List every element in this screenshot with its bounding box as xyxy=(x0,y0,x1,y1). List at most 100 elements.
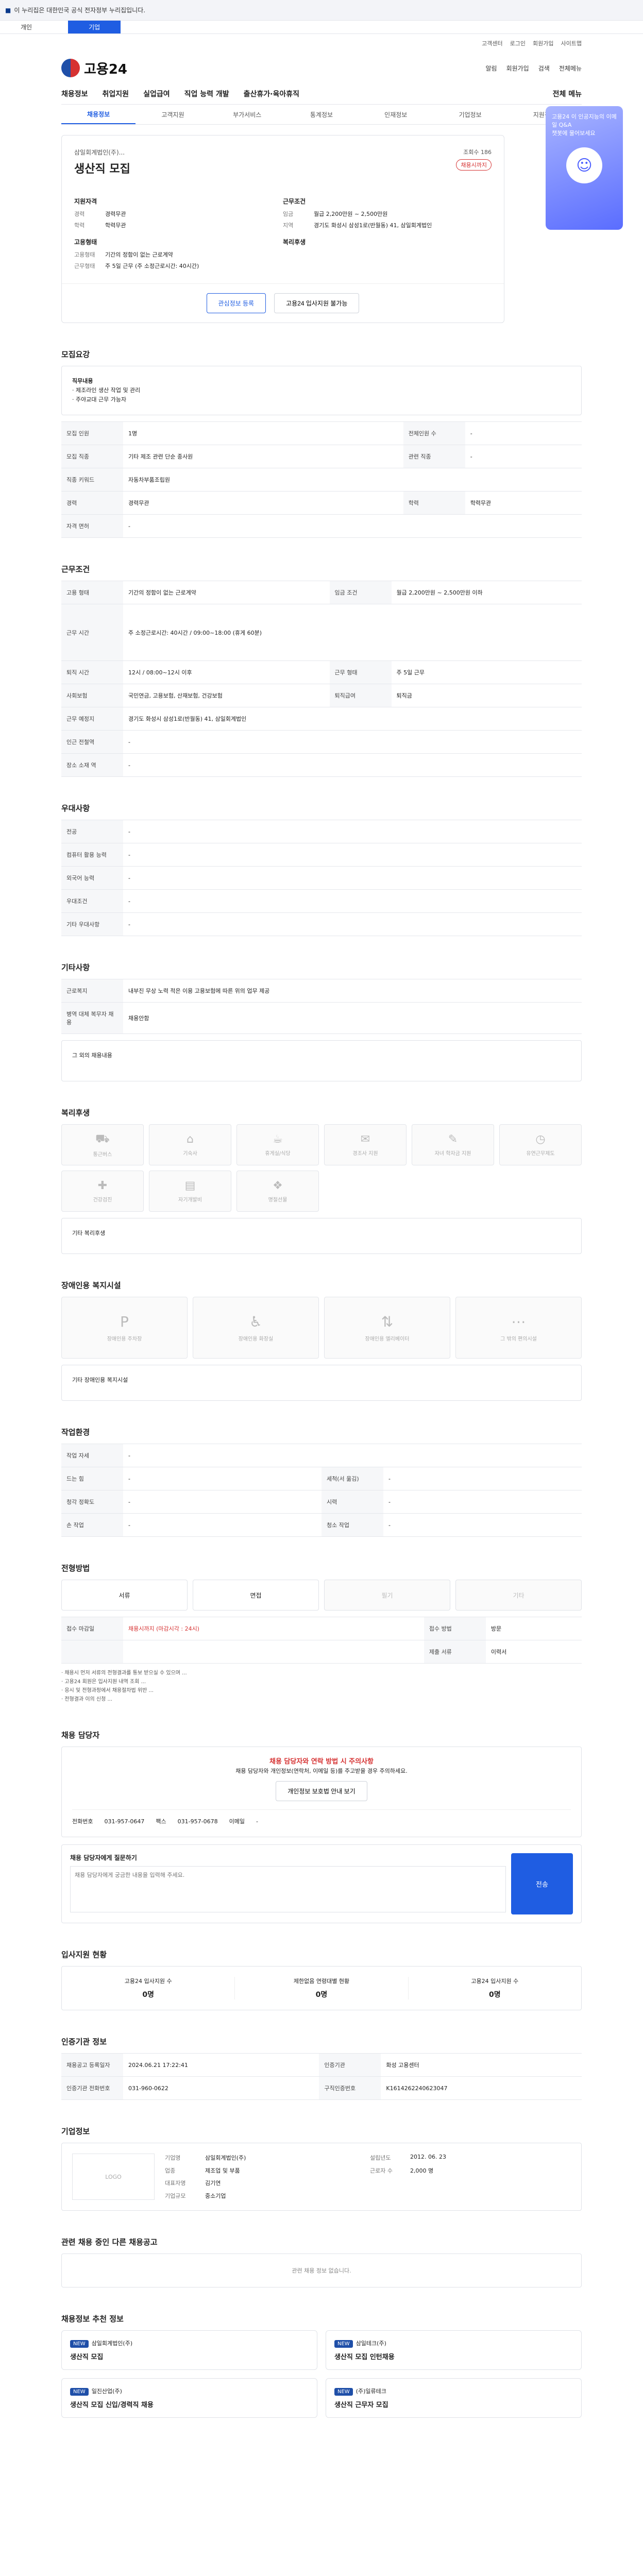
cell: 작업 자세 xyxy=(61,1444,123,1467)
job-title: 생산직 근무자 모집 xyxy=(334,2401,388,2409)
cell: 전공 xyxy=(61,820,123,843)
section-title: 채용정보 추천 정보 xyxy=(61,2314,124,2324)
cell: 자격 면허 xyxy=(61,514,123,538)
chatbot-banner[interactable]: 고용24 이 인공지능의 이메일 Q&A 챗봇에 물어보세요 ☺ xyxy=(546,106,623,230)
job-title: 생산직 모집 xyxy=(74,163,130,176)
elevator-icon: ⇅ xyxy=(381,1313,394,1330)
banner-text: 고용24 이 인공지능의 이메일 Q&A xyxy=(552,113,617,128)
util-customer[interactable]: 고객센터 xyxy=(482,39,502,47)
label: 장애인용 엘리베이터 xyxy=(365,1336,410,1342)
welfare-grid: ⛟ 통근버스 ⌂ 기숙사 ☕ 휴게실/식당 ✉ 경조사 지원 ✎ 자녀 학자금 지원 ◷ 유… xyxy=(61,1124,582,1212)
recommend-card[interactable]: NEW 일진산업(주) 생산직 모집 신입/경력직 채용 xyxy=(61,2378,317,2418)
gnb-unemployment[interactable]: 실업급여 xyxy=(143,89,170,99)
label: 휴게실/식당 xyxy=(265,1151,291,1157)
env-table: 작업 자세 - 드는 힘 - 세척(서 옮김) - 청각 정확도 - 시력 - 손 작업 - 청소… xyxy=(61,1444,582,1537)
tab-business[interactable]: 기업 xyxy=(68,21,121,33)
section-title: 복리후생 xyxy=(61,1108,90,1117)
search-icon[interactable]: 검색 xyxy=(538,64,550,73)
cell: 인근 전철역 xyxy=(61,730,123,754)
subnav-item[interactable]: 부가서비스 xyxy=(210,105,284,124)
qa-input[interactable] xyxy=(70,1866,506,1912)
qa-send-button[interactable]: 전송 xyxy=(511,1853,573,1914)
view-count: 조회수 186 xyxy=(463,149,492,156)
gnb-jobs[interactable]: 채용정보 xyxy=(61,89,88,99)
menu-icon[interactable]: 전체메뉴 xyxy=(559,64,582,73)
banner-sub: 챗봇에 물어보세요 xyxy=(552,130,596,137)
subnav-item[interactable]: 고객지원 xyxy=(136,105,210,124)
applicants-section: 입사지원 현황 고용24 입사지원 수 0명 제한없음 연령대별 현황 0명 고용2… xyxy=(61,1949,582,2010)
welfare-title: 복리후생 xyxy=(283,239,306,246)
cell: 경력 xyxy=(61,491,123,515)
email-value: - xyxy=(256,1818,258,1825)
recommend-card[interactable]: NEW 삼일테크(주) 생산직 모집 인턴채용 xyxy=(326,2330,582,2370)
global-nav: 채용정보 취업지원 실업급여 직업 능력 개발 출산휴가·육아휴직 전체 메뉴 xyxy=(61,83,582,104)
recommend-card[interactable]: NEW (주)일류테크 생산직 근무자 모집 xyxy=(326,2378,582,2418)
job-title: 생산직 모집 인턴채용 xyxy=(334,2353,395,2361)
util-signup[interactable]: 회원가입 xyxy=(533,39,553,47)
welfare-box: 기타 복리후생 xyxy=(61,1218,582,1254)
privacy-button[interactable]: 개인정보 보호법 안내 보기 xyxy=(276,1781,367,1801)
box-title: 기타 장애인용 복지시설 xyxy=(72,1377,128,1383)
label: 경조사 지원 xyxy=(352,1151,378,1157)
gnb-training[interactable]: 직업 능력 개발 xyxy=(184,89,229,99)
cell: 1명 xyxy=(123,421,403,445)
box-title: 그 외의 채용내용 xyxy=(72,1052,112,1059)
cell: 퇴직급여 xyxy=(329,684,392,707)
gnb-support[interactable]: 취업지원 xyxy=(103,89,129,99)
gnb-leave[interactable]: 출산휴가·육아휴직 xyxy=(244,89,299,99)
cell: 모집 인원 xyxy=(61,421,123,445)
label: 건강검진 xyxy=(93,1197,112,1203)
cap-icon: ✎ xyxy=(448,1133,458,1146)
cell: 12시 / 08:00~12시 이후 xyxy=(123,660,330,684)
welfare-item: ⌂ 기숙사 xyxy=(149,1124,231,1165)
cell: - xyxy=(123,730,582,754)
company-logo: LOGO xyxy=(72,2154,155,2200)
recommend-grid: NEW 삼일회계법인(주) 생산직 모집 NEW 삼일테크(주) 생산직 모집 인턴채용… xyxy=(61,2330,582,2418)
cell: 채용시까지 (마감시각 : 24시) xyxy=(123,1617,424,1640)
conditions-table: 고용 형태 기간의 정함이 없는 근로계약 임금 조건 월급 2,200만원 ~ 2,… xyxy=(61,581,582,777)
cell: 모집 직종 xyxy=(61,445,123,468)
section-title: 우대사항 xyxy=(61,804,90,813)
cell: - xyxy=(123,1490,321,1514)
subnav-item[interactable]: 채용정보 xyxy=(61,105,136,124)
util-sitemap[interactable]: 사이트맵 xyxy=(561,39,582,47)
cell: 031-960-0622 xyxy=(123,2076,319,2100)
welfare-item: ✚ 건강검진 xyxy=(61,1171,144,1212)
apply-button[interactable]: 고용24 입사지원 불가능 xyxy=(274,293,360,313)
label: 근무형태 xyxy=(74,263,95,269)
cell: 컴퓨터 활용 능력 xyxy=(61,843,123,867)
company: 삼일테크(주) xyxy=(356,2340,386,2347)
label: 자녀 학자금 지원 xyxy=(434,1151,471,1157)
recruit-section: 모집요강 직무내용 · 제조라인 생산 작업 및 관리 · 주야교대 근무 가능… xyxy=(61,349,582,538)
phone-value: 031-957-0647 xyxy=(104,1818,145,1825)
cup-icon: ☕ xyxy=(273,1133,283,1146)
bell-icon[interactable]: 알림 xyxy=(485,64,497,73)
cell: - xyxy=(123,843,582,867)
cell: 관련 직종 xyxy=(403,445,465,468)
subnav-item[interactable]: 기업정보 xyxy=(433,105,507,124)
etc-section: 기타사항 근로복지 내부진 무상 노력 적은 이용 고용보험에 따른 위의 업무 … xyxy=(61,962,582,1081)
value: 2012. 06. 23 xyxy=(410,2154,446,2160)
step-item: 필기 xyxy=(324,1580,450,1611)
subnav-item[interactable]: 통계정보 xyxy=(284,105,359,124)
value: 주 5일 근무 (주 소정근로시간: 40시간) xyxy=(105,263,199,269)
recommend-card[interactable]: NEW 삼일회계법인(주) 생산직 모집 xyxy=(61,2330,317,2370)
logo[interactable]: 고용24 xyxy=(61,59,127,78)
util-login[interactable]: 로그인 xyxy=(510,39,526,47)
manager-warning: 채용 담당자와 연락 방법 시 주의사항 채용 담당자와 개인정보(연락처, 이… xyxy=(61,1747,582,1837)
cell: 퇴직 시간 xyxy=(61,660,123,684)
cell: 경력무관 xyxy=(123,491,403,515)
gnb-all-menu[interactable]: 전체 메뉴 xyxy=(553,89,582,99)
cell: - xyxy=(123,1444,582,1467)
disabled-section: 장애인용 복지시설 P 장애인용 주차장 ♿ 장애인용 화장실 ⇅ 장애인용 엘리베이… xyxy=(61,1280,582,1401)
logo-text: 고용24 xyxy=(84,61,128,77)
cell: 내부진 무상 노력 적은 이용 고용보험에 따른 위의 업무 제공 xyxy=(123,979,582,1003)
tab-personal[interactable]: 개인 xyxy=(0,21,53,33)
scrap-button[interactable]: 관심정보 등록 xyxy=(206,293,266,313)
warning-text: 채용 담당자와 개인정보(연락처, 이메일 등)를 주고받을 경우 주의하세요. xyxy=(235,1768,408,1774)
parking-icon: P xyxy=(120,1313,129,1330)
user-icon[interactable]: 회원가입 xyxy=(506,64,529,73)
label: 장애인용 주차장 xyxy=(107,1336,142,1342)
subnav-item[interactable]: 인재정보 xyxy=(359,105,433,124)
manager-section: 채용 담당자 채용 담당자와 연락 방법 시 주의사항 채용 담당자와 개인정보… xyxy=(61,1730,582,1923)
